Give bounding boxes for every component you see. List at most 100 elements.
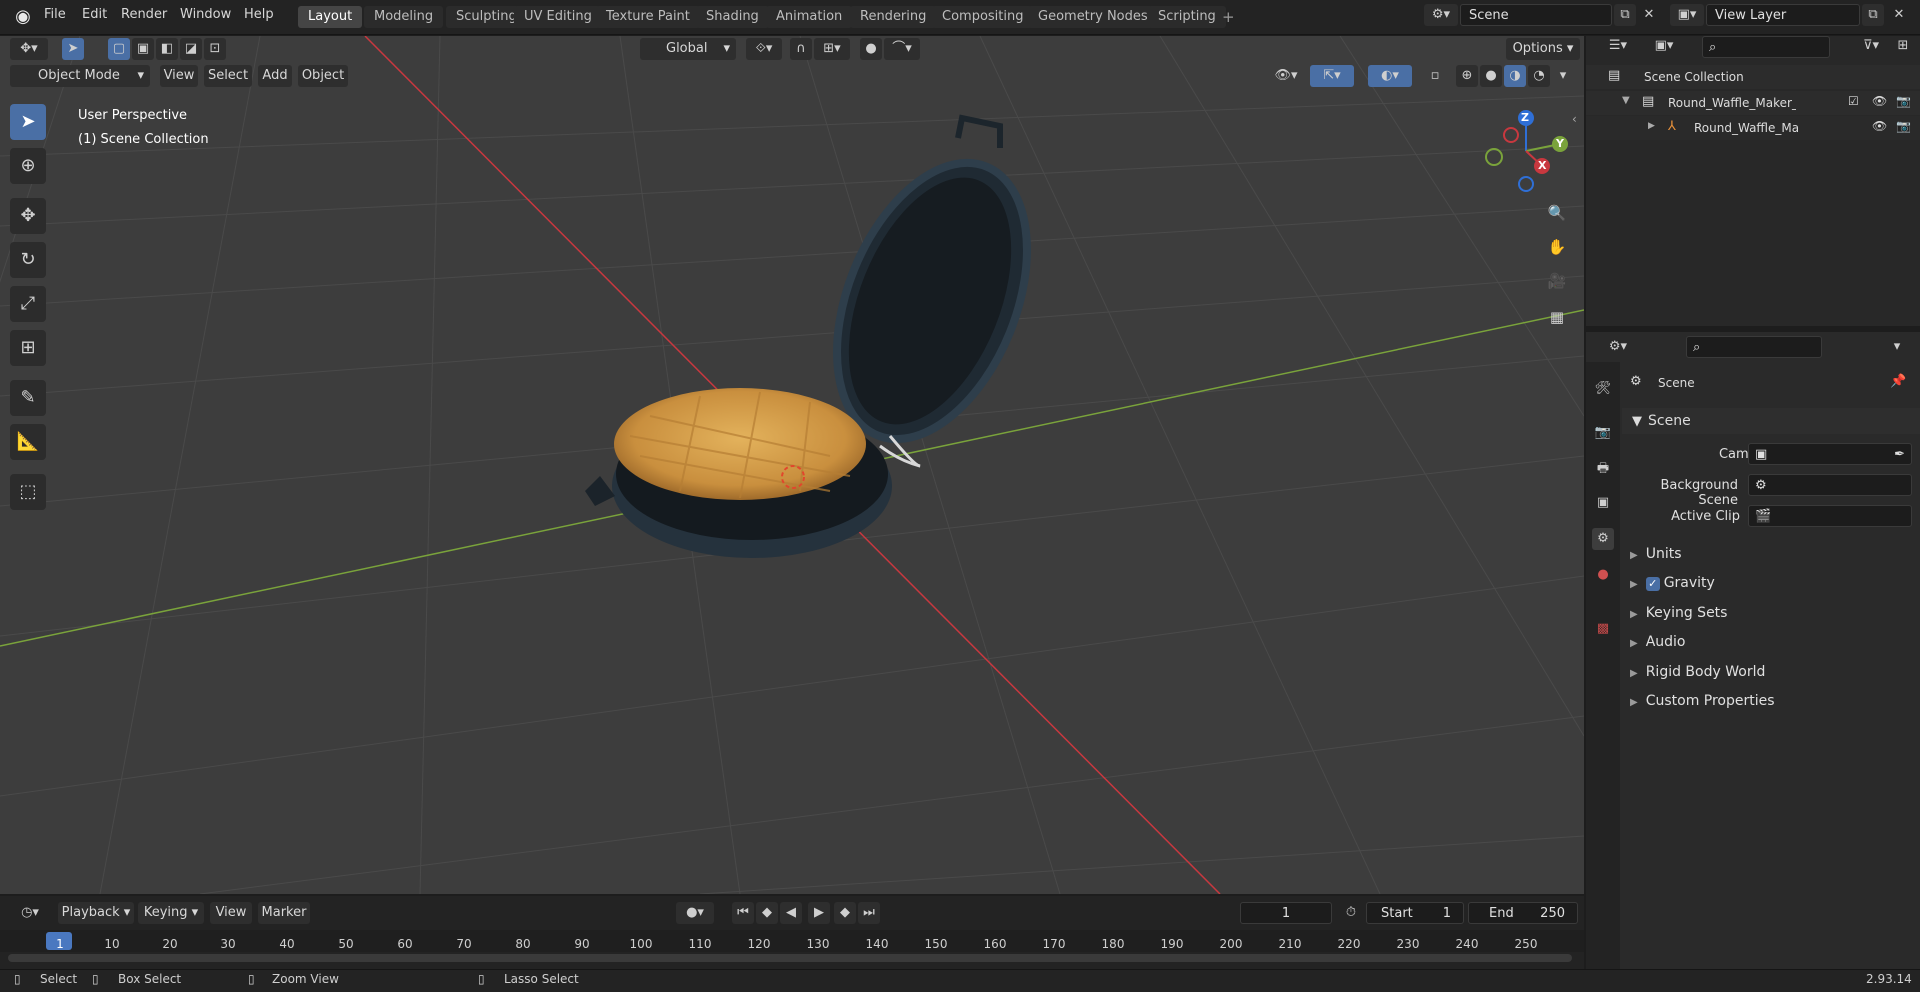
world-tab-icon[interactable]: ● — [1592, 564, 1614, 586]
object-mode-dropdown[interactable]: Object Mode ▾ — [10, 65, 150, 87]
pivot-point-icon[interactable]: ⟐▾ — [746, 38, 782, 60]
new-scene-icon[interactable]: ⧉ — [1614, 4, 1636, 26]
move-tool-icon[interactable]: ✥ — [10, 198, 46, 234]
active-clip-field[interactable]: 🎬 — [1748, 505, 1912, 527]
camera-field[interactable]: ▣ ✒ — [1748, 443, 1912, 465]
scene-panel-header[interactable]: ▼ Scene — [1622, 408, 1920, 434]
menu-file[interactable]: File — [44, 7, 66, 22]
timeline-menu-marker[interactable]: Marker — [258, 902, 310, 924]
cursor-tool-icon[interactable]: ⊕ — [10, 148, 46, 184]
outliner-editor-type-icon[interactable]: ☰▾ — [1600, 35, 1636, 57]
menu-render[interactable]: Render — [121, 7, 167, 22]
record-keyframe-icon[interactable]: ●▾ — [676, 902, 714, 924]
timeline-menu-playback[interactable]: Playback ▾ — [58, 902, 134, 924]
viewport-menu-view[interactable]: View — [160, 65, 198, 87]
timeline-menu-view[interactable]: View — [210, 902, 252, 924]
camera-icon[interactable]: 📷 — [1896, 119, 1911, 133]
stopwatch-icon[interactable]: ⏱ — [1340, 902, 1362, 924]
section-gravity[interactable]: ▶ ✓ Gravity — [1630, 575, 1715, 591]
scale-tool-icon[interactable]: ⤢ — [10, 286, 46, 322]
add-cube-tool-icon[interactable]: ⬚ — [10, 474, 46, 510]
new-view-layer-icon[interactable]: ⧉ — [1862, 4, 1884, 26]
tab-scripting[interactable]: Scripting — [1148, 6, 1226, 28]
pan-view-icon[interactable]: ✋ — [1546, 236, 1568, 258]
transform-orientation-dropdown[interactable]: Global ▾ — [640, 38, 736, 60]
rotate-tool-icon[interactable]: ↻ — [10, 242, 46, 278]
view-layer-selector-icon[interactable]: ▣▾ — [1670, 4, 1704, 26]
menu-edit[interactable]: Edit — [82, 7, 107, 22]
navigation-gizmo[interactable]: Z Y X — [1484, 106, 1568, 196]
delete-view-layer-icon[interactable]: ✕ — [1888, 4, 1910, 26]
measure-tool-icon[interactable]: 📐 — [10, 424, 46, 460]
select-mode-invert-icon[interactable]: ◪ — [180, 38, 202, 60]
tab-animation[interactable]: Animation — [766, 6, 853, 28]
select-mode-extend-icon[interactable]: ▣ — [132, 38, 154, 60]
outliner-row-root[interactable]: ▤ Scene Collection — [1586, 65, 1920, 89]
scene-selector-icon[interactable]: ⚙▾ — [1424, 4, 1458, 26]
show-overlays-icon[interactable]: ◐▾ — [1368, 65, 1412, 87]
jump-next-keyframe-icon[interactable]: ◆ — [834, 902, 856, 924]
view-layer-tab-icon[interactable]: ▣ — [1592, 492, 1614, 514]
visibility-selector-icon[interactable]: 👁▾ — [1268, 65, 1304, 87]
add-workspace-button[interactable]: + — [1222, 8, 1235, 26]
sidebar-toggle-icon[interactable]: ‹ — [1572, 112, 1577, 126]
shading-options-icon[interactable]: ▾ — [1552, 65, 1574, 87]
eye-icon[interactable]: 👁 — [1872, 119, 1887, 133]
select-tool-icon[interactable]: ➤ — [62, 38, 84, 60]
expand-arrow-icon[interactable]: ▶ — [1648, 121, 1655, 131]
toggle-perspective-icon[interactable]: ▦ — [1546, 306, 1568, 328]
blender-logo-icon[interactable]: ◉ — [12, 6, 34, 28]
outliner-row-object[interactable]: ▶ ⅄ Round_Waffle_Maker_wi 👁 📷 — [1586, 116, 1920, 140]
xray-toggle-icon[interactable]: ▫ — [1424, 65, 1446, 87]
snap-target-icon[interactable]: ⊞▾ — [814, 38, 850, 60]
viewport-menu-object[interactable]: Object — [298, 65, 348, 87]
select-mode-new-icon[interactable]: ▢ — [108, 38, 130, 60]
filter-icon[interactable]: ⊽▾ — [1854, 35, 1888, 57]
eyedropper-icon[interactable]: ✒ — [1894, 444, 1905, 466]
jump-end-icon[interactable]: ⏭ — [858, 902, 880, 924]
3d-viewport[interactable] — [0, 36, 1584, 894]
output-tab-icon[interactable]: 🖶 — [1592, 458, 1614, 480]
expand-arrow-icon[interactable]: ▼ — [1622, 95, 1630, 106]
camera-view-icon[interactable]: 🎥 — [1546, 270, 1568, 292]
outliner-row-collection[interactable]: ▼ ▤ Round_Waffle_Maker_with_W ☑ 👁 📷 — [1586, 91, 1920, 115]
scene-field[interactable]: Scene — [1460, 4, 1612, 26]
tab-rendering[interactable]: Rendering — [850, 6, 937, 28]
section-keying-sets[interactable]: ▶ Keying Sets — [1630, 605, 1727, 621]
section-units[interactable]: ▶ Units — [1630, 546, 1682, 562]
editor-type-icon[interactable]: ✥▾ — [10, 38, 48, 60]
view-layer-field[interactable]: View Layer — [1706, 4, 1860, 26]
snap-toggle-icon[interactable]: ∩ — [790, 38, 812, 60]
camera-icon[interactable]: 📷 — [1896, 94, 1911, 108]
new-collection-icon[interactable]: ⊞ — [1892, 35, 1914, 57]
tool-tab-icon[interactable]: 🛠 — [1592, 378, 1614, 400]
display-mode-icon[interactable]: ▣▾ — [1646, 35, 1682, 57]
tab-geometry-nodes[interactable]: Geometry Nodes — [1028, 6, 1158, 28]
solid-shading-icon[interactable]: ● — [1480, 65, 1502, 87]
viewport-menu-select[interactable]: Select — [204, 65, 252, 87]
play-icon[interactable]: ▶ — [808, 902, 830, 924]
proportional-falloff-icon[interactable]: ⌒▾ — [884, 38, 920, 60]
properties-search-input[interactable]: ⌕ — [1686, 336, 1822, 358]
timeline-scrollbar[interactable] — [8, 954, 1572, 962]
background-scene-field[interactable]: ⚙ — [1748, 474, 1912, 496]
start-frame-field[interactable]: Start 1 — [1366, 902, 1464, 924]
eye-icon[interactable]: 👁 — [1872, 94, 1887, 108]
tab-shading[interactable]: Shading — [696, 6, 769, 28]
show-gizmo-icon[interactable]: ⇱▾ — [1310, 65, 1354, 87]
tab-modeling[interactable]: Modeling — [364, 6, 444, 28]
timeline-editor-type-icon[interactable]: ◷▾ — [12, 902, 48, 924]
texture-tab-icon[interactable]: ▩ — [1592, 618, 1614, 640]
transform-tool-icon[interactable]: ⊞ — [10, 330, 46, 366]
gravity-checkbox[interactable]: ✓ — [1645, 577, 1660, 591]
material-preview-shading-icon[interactable]: ◑ — [1504, 65, 1526, 87]
proportional-edit-icon[interactable]: ● — [860, 38, 882, 60]
checkbox-icon[interactable]: ☑ — [1848, 94, 1859, 108]
play-reverse-icon[interactable]: ◀ — [780, 902, 802, 924]
tab-layout[interactable]: Layout — [298, 6, 363, 28]
end-frame-field[interactable]: End 250 — [1468, 902, 1578, 924]
jump-start-icon[interactable]: ⏮ — [732, 902, 754, 924]
wireframe-shading-icon[interactable]: ⊕ — [1456, 65, 1478, 87]
select-mode-subtract-icon[interactable]: ◧ — [156, 38, 178, 60]
menu-window[interactable]: Window — [180, 7, 231, 22]
